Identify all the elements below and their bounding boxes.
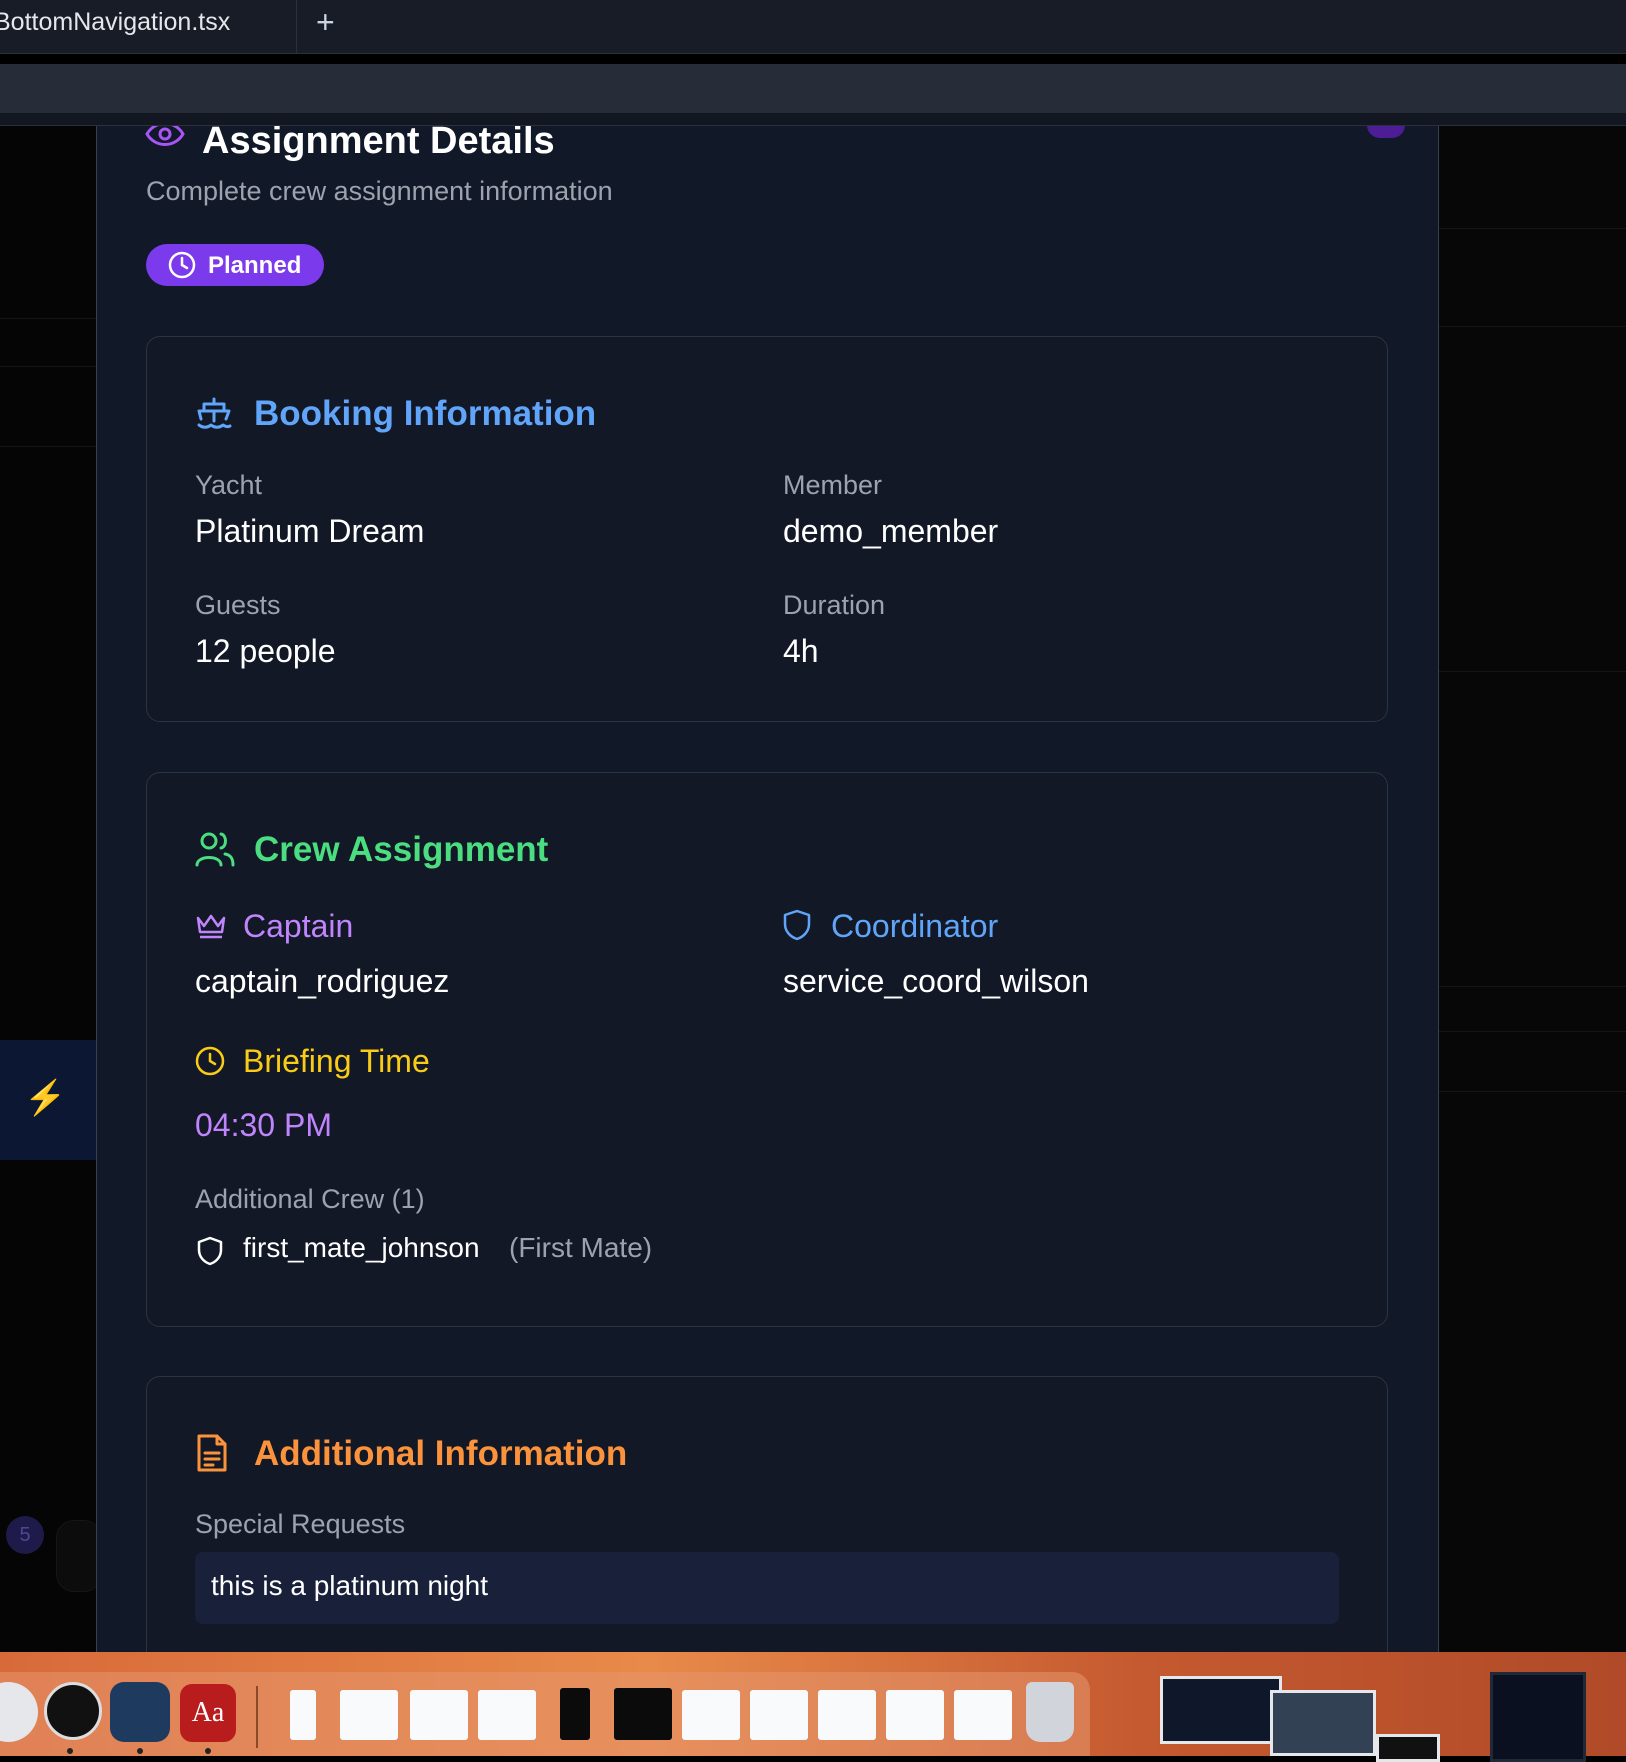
member-label: Member bbox=[783, 470, 883, 500]
screenshot-thumbnail[interactable] bbox=[1160, 1676, 1282, 1744]
divider bbox=[1438, 671, 1626, 672]
booking-information-title: Booking Information bbox=[254, 394, 597, 433]
users-icon bbox=[195, 831, 235, 872]
modal-subtitle: Complete crew assignment information bbox=[146, 176, 613, 206]
crew-assignment-card: Crew Assignment Captain captain_rodrigue… bbox=[146, 772, 1388, 1327]
briefing-time-label: Briefing Time bbox=[243, 1043, 430, 1079]
document-icon bbox=[195, 1433, 229, 1478]
eye-icon bbox=[145, 126, 185, 157]
crown-icon bbox=[195, 912, 227, 945]
quicktime-app-icon[interactable] bbox=[110, 1682, 170, 1742]
special-requests-label: Special Requests bbox=[195, 1509, 406, 1539]
yacht-label: Yacht bbox=[195, 470, 263, 500]
crew-assignment-title: Crew Assignment bbox=[254, 830, 549, 869]
notification-count-badge: 5 bbox=[6, 1516, 44, 1554]
divider bbox=[1438, 1091, 1626, 1092]
screenshot-thumbnail[interactable] bbox=[1490, 1672, 1586, 1762]
divider bbox=[0, 446, 96, 447]
dictionary-app-icon[interactable]: Aa bbox=[180, 1684, 236, 1742]
shield-icon bbox=[783, 909, 811, 946]
ship-icon bbox=[195, 395, 233, 438]
special-requests-value: this is a platinum night bbox=[211, 1570, 489, 1601]
document-thumbnail[interactable] bbox=[410, 1690, 468, 1740]
crew-member-role: (First Mate) bbox=[509, 1232, 653, 1263]
divider bbox=[1438, 326, 1626, 327]
guests-value: 12 people bbox=[195, 633, 336, 669]
booking-information-card: Booking Information Yacht Platinum Dream… bbox=[146, 336, 1388, 722]
yacht-value: Platinum Dream bbox=[195, 513, 425, 549]
trash-icon[interactable] bbox=[1026, 1682, 1074, 1742]
document-thumbnail[interactable] bbox=[750, 1690, 808, 1740]
modal-title: Assignment Details bbox=[202, 126, 555, 162]
divider bbox=[1438, 986, 1626, 987]
document-thumbnail[interactable] bbox=[478, 1690, 536, 1740]
toolbar-divider bbox=[0, 113, 1626, 126]
assignment-details-modal: Assignment Details Complete crew assignm… bbox=[96, 126, 1439, 1652]
editor-tab-label: BottomNavigation.tsx bbox=[0, 8, 231, 36]
dock-separator bbox=[256, 1686, 258, 1748]
document-thumbnail[interactable] bbox=[818, 1690, 876, 1740]
additional-information-title: Additional Information bbox=[254, 1434, 628, 1473]
clock-icon bbox=[195, 1046, 225, 1081]
guests-label: Guests bbox=[195, 590, 281, 620]
background-app-left bbox=[0, 126, 96, 1652]
screenshot-thumbnail[interactable] bbox=[1270, 1690, 1376, 1756]
running-indicator bbox=[137, 1748, 143, 1754]
screenshot-thumbnail[interactable] bbox=[1376, 1734, 1440, 1762]
document-thumbnail[interactable] bbox=[614, 1688, 672, 1740]
shield-icon bbox=[197, 1236, 223, 1271]
divider bbox=[0, 318, 96, 319]
divider bbox=[0, 366, 96, 367]
additional-crew-label: Additional Crew (1) bbox=[195, 1184, 425, 1214]
editor-toolbar bbox=[0, 64, 1626, 114]
additional-information-card: Additional Information Special Requests … bbox=[146, 1376, 1388, 1652]
member-value: demo_member bbox=[783, 513, 999, 549]
crew-member-name: first_mate_johnson bbox=[243, 1232, 480, 1263]
running-indicator bbox=[67, 1748, 73, 1754]
special-requests-box: this is a platinum night bbox=[195, 1552, 1339, 1624]
status-label: Planned bbox=[208, 252, 302, 279]
duration-value: 4h bbox=[783, 633, 819, 669]
coordinator-label: Coordinator bbox=[831, 908, 999, 944]
running-indicator bbox=[205, 1748, 211, 1754]
captain-value: captain_rodriguez bbox=[195, 963, 450, 999]
coordinator-value: service_coord_wilson bbox=[783, 963, 1089, 999]
document-thumbnail[interactable] bbox=[954, 1690, 1012, 1740]
background-app-right bbox=[1438, 126, 1626, 1652]
briefing-time-value: 04:30 PM bbox=[195, 1107, 332, 1143]
clock-icon bbox=[168, 251, 196, 286]
status-badge: Planned bbox=[146, 244, 324, 286]
divider bbox=[1438, 228, 1626, 229]
add-tab-button[interactable]: + bbox=[316, 4, 335, 41]
document-thumbnail[interactable] bbox=[290, 1690, 316, 1740]
document-thumbnail[interactable] bbox=[886, 1690, 944, 1740]
captain-label: Captain bbox=[243, 908, 354, 944]
close-button[interactable] bbox=[1367, 126, 1405, 138]
divider bbox=[1438, 1031, 1626, 1032]
editor-tab-bar: BottomNavigation.tsx + bbox=[0, 0, 1626, 54]
activity-monitor-app-icon[interactable] bbox=[44, 1682, 102, 1740]
additional-crew-item: first_mate_johnson (First Mate) bbox=[195, 1228, 895, 1276]
document-thumbnail[interactable] bbox=[682, 1690, 740, 1740]
document-thumbnail[interactable] bbox=[340, 1690, 398, 1740]
editor-tab[interactable]: BottomNavigation.tsx bbox=[0, 0, 297, 53]
lightning-icon: ⚡ bbox=[24, 1079, 67, 1117]
document-thumbnail[interactable] bbox=[560, 1688, 590, 1740]
duration-label: Duration bbox=[783, 590, 886, 620]
